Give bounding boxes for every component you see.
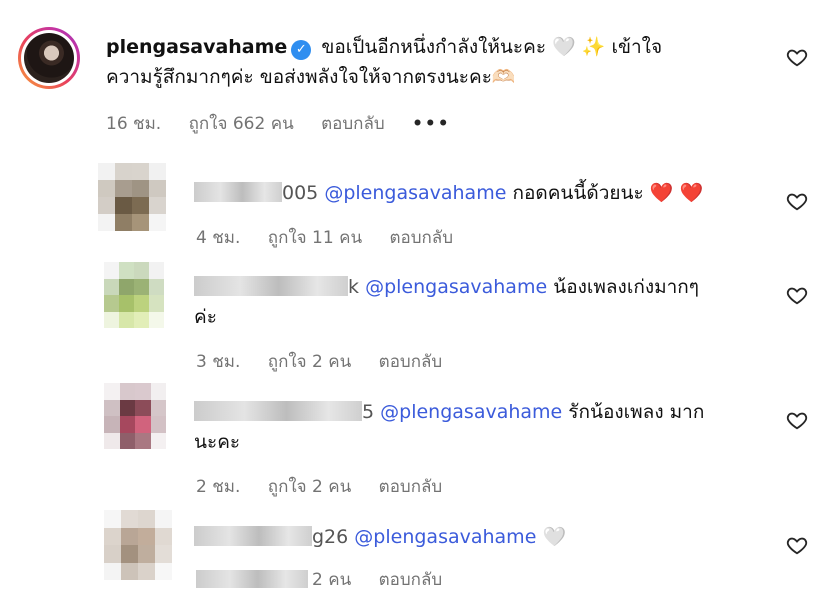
red-heart-emoji: ❤️ ❤️ <box>649 182 704 204</box>
reply-button[interactable]: ตอบกลับ <box>389 228 453 248</box>
reply-meta: 2 คน ตอบกลับ <box>196 566 464 593</box>
like-heart-icon[interactable] <box>786 190 808 212</box>
mention-link[interactable]: @plengasavahame <box>354 526 536 548</box>
reply-button[interactable]: ตอบกลับ <box>379 477 443 497</box>
avatar-blurred[interactable] <box>104 262 164 328</box>
like-heart-icon[interactable] <box>786 409 808 431</box>
white-heart-emoji: 🤍 <box>552 36 576 58</box>
reply-likes[interactable]: 2 คน <box>312 570 351 590</box>
reply-text: กอดคนนี้ด้วยนะ <box>512 182 644 204</box>
reply-likes[interactable]: ถูกใจ 2 คน <box>268 477 351 497</box>
reply-likes[interactable]: ถูกใจ 2 คน <box>268 352 351 372</box>
mention-link[interactable]: @plengasavahame <box>324 182 506 204</box>
reply-text: รักน้องเพลง มาก <box>568 401 705 423</box>
like-heart-icon[interactable] <box>786 46 808 68</box>
reply-button[interactable]: ตอบกลับ <box>379 352 443 372</box>
profile-photo <box>24 33 74 83</box>
reply-username[interactable]: k <box>348 276 359 298</box>
like-heart-icon[interactable] <box>786 284 808 306</box>
comment-time[interactable]: 16 ชม. <box>106 114 161 134</box>
verified-badge-icon: ✓ <box>291 40 312 60</box>
white-heart-emoji: 🤍 <box>542 526 567 548</box>
like-heart-icon[interactable] <box>786 534 808 556</box>
comment-text-line1: ขอเป็นอีกหนึ่งกำลังให้นะคะ <box>321 36 547 58</box>
comment-body: plengasavahame ✓ ขอเป็นอีกหนึ่งกำลังให้นะ… <box>106 32 766 92</box>
username-blur <box>194 182 282 202</box>
comment-username[interactable]: plengasavahame <box>106 36 287 58</box>
reply-username[interactable]: 5 <box>362 401 374 423</box>
avatar-blurred[interactable] <box>104 383 166 449</box>
username-blur <box>194 276 348 296</box>
reply-meta: 3 ชม. ถูกใจ 2 คน ตอบกลับ <box>196 348 464 375</box>
reply-body: g26 @plengasavahame 🤍 <box>194 522 566 552</box>
reply-body: k @plengasavahame น้องเพลงเก่งมากๆ ค่ะ <box>194 272 774 332</box>
reply-body: 5 @plengasavahame รักน้องเพลง มาก นะคะ <box>194 397 774 457</box>
reply-button[interactable]: ตอบกลับ <box>379 570 443 590</box>
reply-time[interactable]: 3 ชม. <box>196 352 240 372</box>
reply-meta: 4 ชม. ถูกใจ 11 คน ตอบกลับ <box>196 224 475 251</box>
avatar-blurred[interactable] <box>104 510 172 580</box>
reply-username[interactable]: g26 <box>312 526 348 548</box>
reply-meta: 2 ชม. ถูกใจ 2 คน ตอบกลับ <box>196 473 464 500</box>
reply-text-line2: นะคะ <box>194 431 241 453</box>
comment-likes[interactable]: ถูกใจ 662 คน <box>189 114 294 134</box>
reply-text: น้องเพลงเก่งมากๆ <box>553 276 699 298</box>
heart-hands-emoji: 🫶🏻 <box>491 66 516 88</box>
reply-body: 005 @plengasavahame กอดคนนี้ด้วยนะ ❤️ ❤️ <box>194 178 703 208</box>
avatar-blurred[interactable] <box>98 163 166 231</box>
sparkles-emoji: ✨ <box>581 36 606 58</box>
reply-text-line2: ค่ะ <box>194 306 217 328</box>
reply-likes[interactable]: ถูกใจ 11 คน <box>268 228 362 248</box>
meta-blur <box>196 570 308 588</box>
more-options-icon[interactable]: ••• <box>412 114 451 134</box>
reply-username[interactable]: 005 <box>282 182 318 204</box>
mention-link[interactable]: @plengasavahame <box>365 276 547 298</box>
mention-link[interactable]: @plengasavahame <box>380 401 562 423</box>
comment-meta: 16 ชม. ถูกใจ 662 คน ตอบกลับ ••• <box>106 110 473 137</box>
reply-time[interactable]: 2 ชม. <box>196 477 240 497</box>
username-blur <box>194 401 362 421</box>
comment-text-line1-end: เข้าใจ <box>611 36 663 58</box>
avatar[interactable] <box>18 27 80 89</box>
username-blur <box>194 526 312 546</box>
comment-text-line2: ความรู้สึกมากๆค่ะ ขอส่งพลังใจให้จากตรงนะ… <box>106 66 492 88</box>
reply-time[interactable]: 4 ชม. <box>196 228 240 248</box>
reply-button[interactable]: ตอบกลับ <box>321 114 385 134</box>
